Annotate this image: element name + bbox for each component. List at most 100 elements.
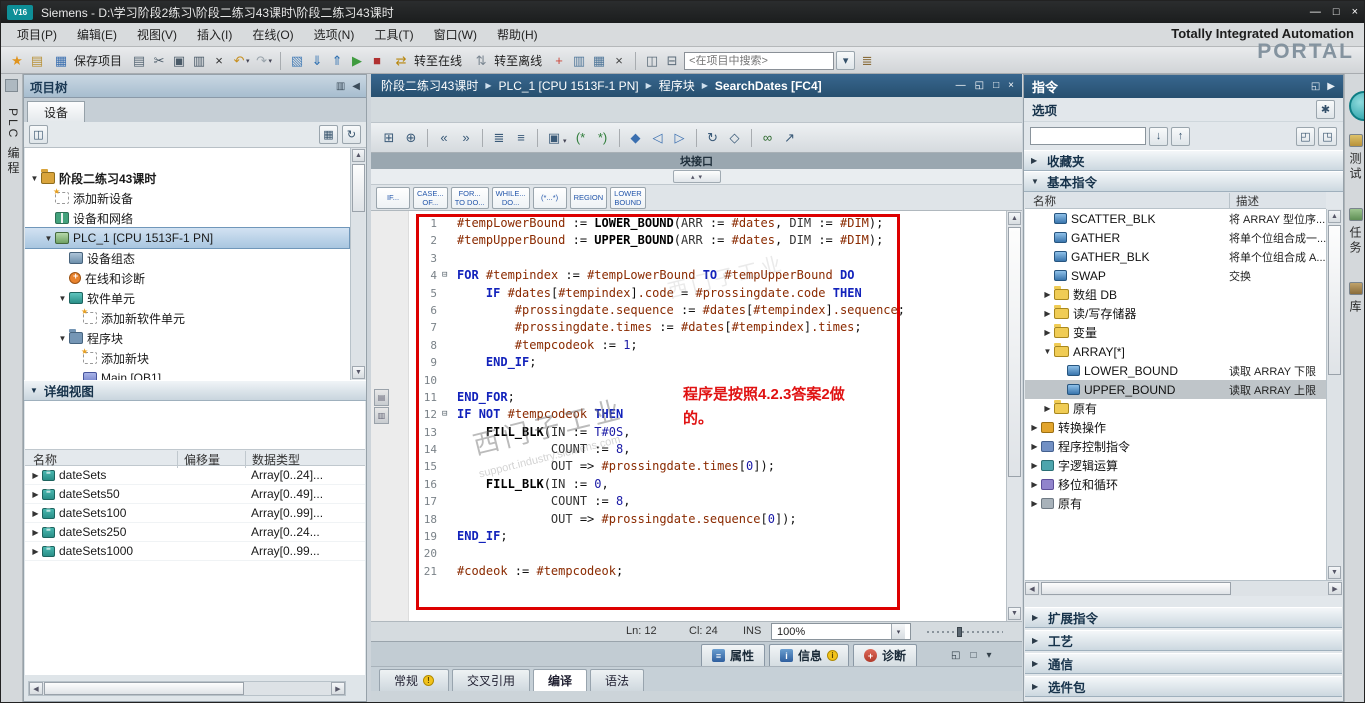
previous-bookmark-icon[interactable]: ◁ (648, 128, 668, 148)
instruction-expander-icon[interactable]: ▶ (1042, 328, 1053, 337)
simulation-icon[interactable]: ▦ (589, 51, 609, 71)
tree-view-icon[interactable]: ▦ (319, 125, 338, 144)
tree-horizontal-scrollbar[interactable]: ◀ ▶ (28, 681, 346, 696)
tab-devices[interactable]: 设备 (27, 101, 85, 122)
detail-row-expander-icon[interactable]: ▶ (30, 490, 41, 499)
snippet-chip[interactable]: CASE... OF... (413, 186, 448, 209)
scroll-right-icon[interactable]: ▶ (331, 682, 345, 695)
tree-item[interactable]: ▼ PLC_1 [CPU 1513F-1 PN] (25, 227, 350, 249)
view-mode-b-icon[interactable]: ◳ (1318, 126, 1337, 146)
snippet-chip[interactable]: REGION (569, 186, 608, 209)
instruction-item[interactable]: ▶ 转换操作 (1025, 418, 1326, 437)
project-search-box[interactable] (684, 51, 835, 70)
tree-item[interactable]: 添加新块 (25, 347, 349, 368)
scroll-thumb[interactable] (352, 164, 365, 212)
instruction-item[interactable]: LOWER_BOUND 读取 ARRAY 下限 (1025, 361, 1326, 380)
find-next-icon[interactable]: ↓ (1149, 126, 1168, 146)
instructions-horizontal-scrollbar[interactable]: ◀ ▶ (1025, 580, 1342, 596)
tree-expander-icon[interactable]: ▼ (29, 174, 40, 183)
search-go-icon[interactable]: ▾ (836, 51, 856, 70)
bookmark-icon[interactable]: ◆ (626, 128, 646, 148)
editor-maximize-icon[interactable]: □ (993, 80, 999, 91)
instruction-item[interactable]: ▶ 原有 (1025, 494, 1326, 513)
scroll-thumb[interactable] (44, 682, 244, 695)
detail-row[interactable]: ▶ dateSets50 Array[0..49]... (25, 485, 365, 504)
detail-view-header[interactable]: ▼ 详细视图 (24, 380, 366, 401)
scroll-down-icon[interactable]: ▼ (1328, 566, 1341, 579)
breadcrumb-item[interactable]: PLC_1 [CPU 1513F-1 PN] (497, 79, 641, 93)
section-favorites[interactable]: ▶ 收藏夹 (1024, 150, 1343, 171)
instruction-expander-icon[interactable]: ▶ (1042, 290, 1053, 299)
tab-info[interactable]: i 信息 i (769, 644, 850, 666)
go-online-button[interactable]: ⇄ 转至在线 (389, 50, 467, 72)
inspector-collapse-icon[interactable]: ▾ (987, 650, 992, 661)
section-technology[interactable]: ▶ 工艺 (1025, 630, 1342, 651)
instruction-item[interactable]: GATHER_BLK 将单个位组合成 A... (1025, 247, 1326, 266)
tree-item[interactable]: ▼ 阶段二练习43课时 (25, 168, 349, 188)
snippet-chip[interactable]: WHILE... DO... (491, 186, 530, 209)
menu-item[interactable]: 工具(T) (364, 23, 423, 46)
update-block-call-icon[interactable]: ↻ (703, 128, 723, 148)
instruction-item[interactable]: GATHER 将单个位组合成一... (1025, 228, 1326, 247)
view-mode-a-icon[interactable]: ◰ (1296, 126, 1315, 146)
indent-icon[interactable]: » (456, 128, 476, 148)
remove-icon[interactable]: × (609, 51, 629, 71)
uncomment-icon[interactable]: *) (593, 128, 613, 148)
gear-icon[interactable]: ✱ (1316, 100, 1335, 119)
instruction-item[interactable]: SWAP 交换 (1025, 266, 1326, 285)
instruction-item[interactable]: UPPER_BOUND 读取 ARRAY 上限 (1025, 380, 1326, 399)
menu-item[interactable]: 编辑(E) (67, 23, 127, 46)
detail-row-expander-icon[interactable]: ▶ (30, 528, 41, 537)
instruction-search-input[interactable] (1030, 127, 1146, 145)
tree-item[interactable]: 添加新软件单元 (25, 307, 349, 328)
help-bubble-icon[interactable] (1349, 91, 1364, 121)
instruction-expander-icon[interactable]: ▶ (1029, 423, 1040, 432)
next-bookmark-icon[interactable]: ▷ (670, 128, 690, 148)
detail-row[interactable]: ▶ dateSets250 Array[0..24... (25, 523, 365, 542)
outdent-icon[interactable]: « (434, 128, 454, 148)
menu-item[interactable]: 选项(N) (304, 23, 365, 46)
download-to-device-icon[interactable]: ⇓ (307, 51, 327, 71)
zoom-caret-icon[interactable]: ▾ (891, 624, 905, 639)
tree-item[interactable]: 在线和诊断 (25, 268, 349, 288)
tree-item[interactable]: Main [OB1] (25, 368, 349, 380)
instruction-item[interactable]: ▶ 原有 (1025, 399, 1326, 418)
breadcrumb-item[interactable]: 阶段二练习43课时 (379, 77, 480, 94)
window-maximize-icon[interactable]: □ (1333, 6, 1340, 18)
editor-close-icon[interactable]: × (1008, 80, 1014, 91)
inspector-maximize-icon[interactable]: □ (971, 650, 977, 661)
tab-properties[interactable]: ≡ 属性 (701, 644, 766, 666)
detail-row-expander-icon[interactable]: ▶ (30, 547, 41, 556)
go-to-definition-icon[interactable]: ↗ (780, 128, 800, 148)
breadcrumb-item[interactable]: 程序块 (657, 77, 697, 94)
accessible-devices-icon[interactable]: ▥ (569, 51, 589, 71)
tree-refresh-icon[interactable]: ↻ (342, 125, 361, 144)
tree-item[interactable]: 设备组态 (25, 248, 349, 268)
task-card-tab-libraries[interactable]: 库 (1347, 282, 1364, 315)
section-basic-instructions[interactable]: ▼ 基本指令 (1024, 171, 1343, 192)
tree-item[interactable]: ▼ 程序块 (25, 328, 349, 348)
library-view-icon[interactable]: ≣ (857, 51, 877, 71)
open-project-icon[interactable]: ▤ (27, 51, 47, 71)
snapshot-icon[interactable]: ◇ (725, 128, 745, 148)
scroll-thumb[interactable] (1008, 227, 1021, 477)
tree-settings-icon[interactable]: ◫ (29, 125, 48, 144)
scroll-up-icon[interactable]: ▲ (1008, 212, 1021, 225)
instruction-expander-icon[interactable]: ▶ (1029, 499, 1040, 508)
instructions-vertical-scrollbar[interactable]: ▲ ▼ (1326, 209, 1342, 580)
instruction-expander-icon[interactable]: ▶ (1042, 404, 1053, 413)
editor-float-icon[interactable]: ◱ (975, 80, 984, 91)
instruction-item[interactable]: ▶ 读/写存储器 (1025, 304, 1326, 323)
instruction-item[interactable]: ▶ 数组 DB (1025, 285, 1326, 304)
snippet-chip[interactable]: (*...*) (532, 186, 567, 209)
pin-panel-icon[interactable]: ▥ (336, 81, 345, 92)
comment-icon[interactable]: (* (571, 128, 591, 148)
instruction-item[interactable]: ▶ 程序控制指令 (1025, 437, 1326, 456)
instructions-collapse-icon[interactable]: ▶ (1327, 81, 1335, 92)
scroll-thumb[interactable] (1328, 225, 1341, 375)
portal-strip-icon[interactable] (5, 79, 18, 92)
instruction-item[interactable]: SCATTER_BLK 将 ARRAY 型位序... (1025, 209, 1326, 228)
editor-vertical-scrollbar[interactable]: ▲ ▼ (1006, 211, 1022, 621)
tree-item[interactable]: ▼ 软件单元 (25, 288, 349, 308)
tree-vertical-scrollbar[interactable]: ▲ ▼ (350, 148, 365, 380)
